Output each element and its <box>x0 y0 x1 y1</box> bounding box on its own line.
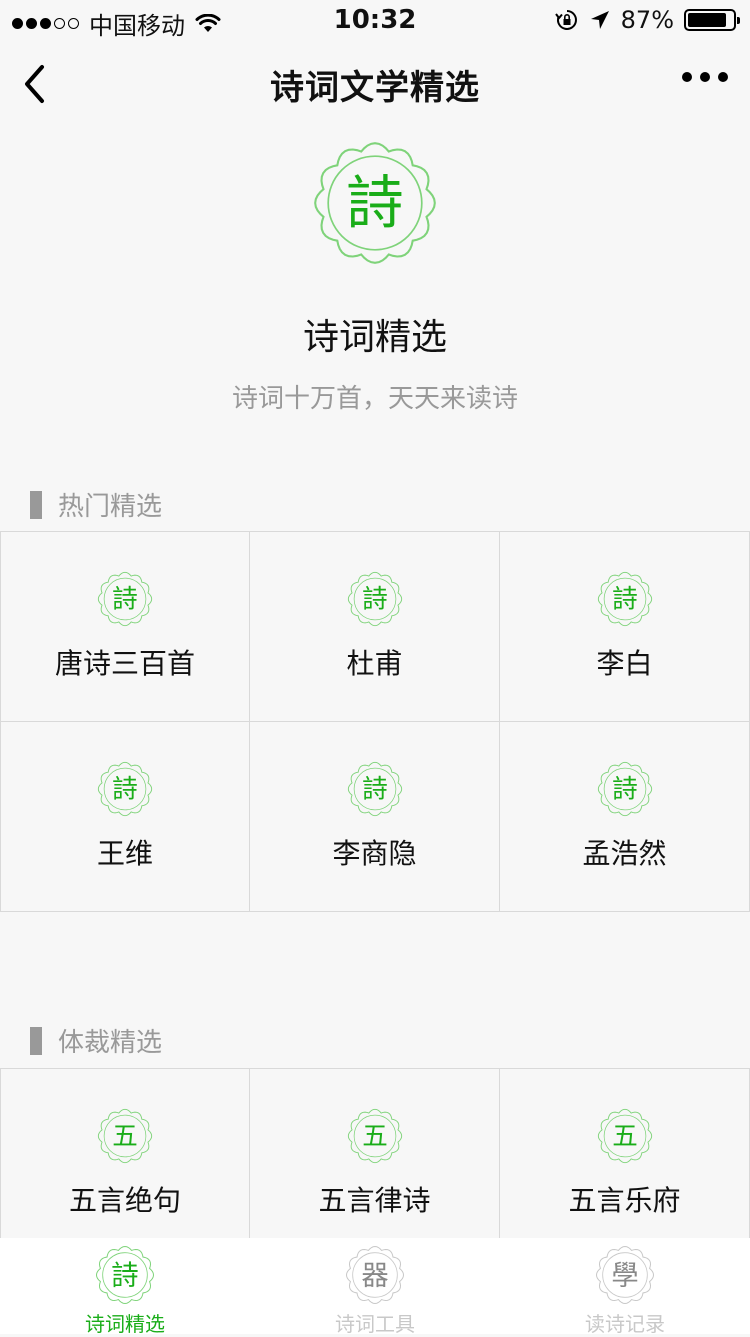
section-title: 热门精选 <box>58 492 163 522</box>
app-name: 诗词精选 <box>302 317 447 358</box>
seal-icon: 詩 <box>347 571 402 627</box>
grid-item-label: 杜甫 <box>346 647 403 680</box>
grid-item[interactable]: 五五言绝句 <box>0 1069 250 1259</box>
grid-item[interactable]: 詩王维 <box>0 722 250 912</box>
genre-grid: 五五言绝句五五言律诗五五言乐府 <box>0 1068 750 1259</box>
grid-item[interactable]: 詩杜甫 <box>250 532 500 722</box>
status-right: 87% <box>554 6 740 34</box>
tab-bar: 詩诗词精选器诗词工具學读诗记录 <box>0 1238 750 1336</box>
grid-item-label: 五言律诗 <box>318 1184 431 1217</box>
rotation-lock-icon <box>554 10 577 30</box>
grid-item-label: 李白 <box>596 647 653 680</box>
tab-label: 读诗记录 <box>585 1312 665 1336</box>
more-button[interactable] <box>682 72 728 82</box>
hot-grid: 詩唐诗三百首詩杜甫詩李白詩王维詩李商隐詩孟浩然 <box>0 531 750 912</box>
section-marker <box>30 490 42 519</box>
navigation-bar: 诗词文学精选 <box>0 40 750 128</box>
section-marker <box>30 1026 42 1055</box>
seal-icon: 詩 <box>597 761 652 817</box>
battery-fill <box>688 13 727 27</box>
grid-item-label: 唐诗三百首 <box>54 647 195 680</box>
seal-glyph: 詩 <box>112 775 138 805</box>
tab-seal-icon: 學 <box>595 1245 655 1305</box>
seal-icon: 五 <box>597 1108 652 1164</box>
seal-icon: 五 <box>97 1108 153 1164</box>
more-dot <box>682 72 692 82</box>
seal-glyph: 詩 <box>346 171 403 237</box>
battery-icon <box>684 9 740 31</box>
poem-seal-icon: 詩 <box>314 142 436 264</box>
seal-glyph: 五 <box>362 1122 388 1152</box>
grid-item[interactable]: 詩唐诗三百首 <box>0 532 250 722</box>
seal-glyph: 詩 <box>112 585 138 615</box>
app-subtitle: 诗词十万首，天天来读诗 <box>231 384 518 414</box>
grid-item[interactable]: 五五言律诗 <box>250 1069 500 1259</box>
seal-glyph: 五 <box>112 1122 138 1152</box>
seal-icon: 詩 <box>97 761 153 817</box>
seal-icon: 詩 <box>597 571 652 627</box>
grid-item-label: 孟浩然 <box>582 837 667 870</box>
battery-percent: 87% <box>620 6 674 34</box>
grid-item[interactable]: 五五言乐府 <box>500 1069 750 1259</box>
location-arrow-icon <box>590 11 609 29</box>
seal-glyph: 詩 <box>362 585 388 615</box>
seal-glyph: 詩 <box>612 585 638 615</box>
grid-item-label: 五言绝句 <box>68 1184 181 1217</box>
section-header-hot: 热门精选 <box>30 486 162 523</box>
grid-item[interactable]: 詩孟浩然 <box>500 722 750 912</box>
section-title: 体裁精选 <box>58 1028 163 1058</box>
seal-glyph: 器 <box>361 1260 388 1291</box>
grid-item-label: 王维 <box>96 837 153 870</box>
seal-icon: 五 <box>347 1108 402 1164</box>
seal-icon: 詩 <box>347 761 402 817</box>
grid-item[interactable]: 詩李商隐 <box>250 722 500 912</box>
status-bar: 中国移动 10:32 87% <box>0 0 750 40</box>
page-title: 诗词文学精选 <box>270 68 480 108</box>
tab-seal-icon: 詩 <box>95 1245 155 1305</box>
tab-0[interactable]: 詩诗词精选 <box>0 1238 250 1336</box>
tab-label: 诗词工具 <box>335 1312 415 1336</box>
seal-glyph: 學 <box>611 1260 638 1291</box>
app-logo: 詩 <box>310 138 440 268</box>
tab-label: 诗词精选 <box>85 1312 165 1336</box>
more-dot <box>700 72 710 82</box>
tab-1[interactable]: 器诗词工具 <box>250 1238 500 1336</box>
tab-2[interactable]: 學读诗记录 <box>500 1238 750 1336</box>
seal-icon: 詩 <box>97 571 153 627</box>
grid-item-label: 李商隐 <box>332 837 417 870</box>
seal-glyph: 五 <box>612 1122 638 1152</box>
seal-glyph: 詩 <box>612 775 638 805</box>
tab-seal-icon: 器 <box>345 1245 405 1305</box>
grid-item-label: 五言乐府 <box>568 1184 681 1217</box>
grid-item[interactable]: 詩李白 <box>500 532 750 722</box>
more-dot <box>718 72 728 82</box>
seal-glyph: 詩 <box>362 775 388 805</box>
seal-glyph: 詩 <box>111 1260 138 1291</box>
section-header-genre: 体裁精选 <box>30 1022 162 1059</box>
